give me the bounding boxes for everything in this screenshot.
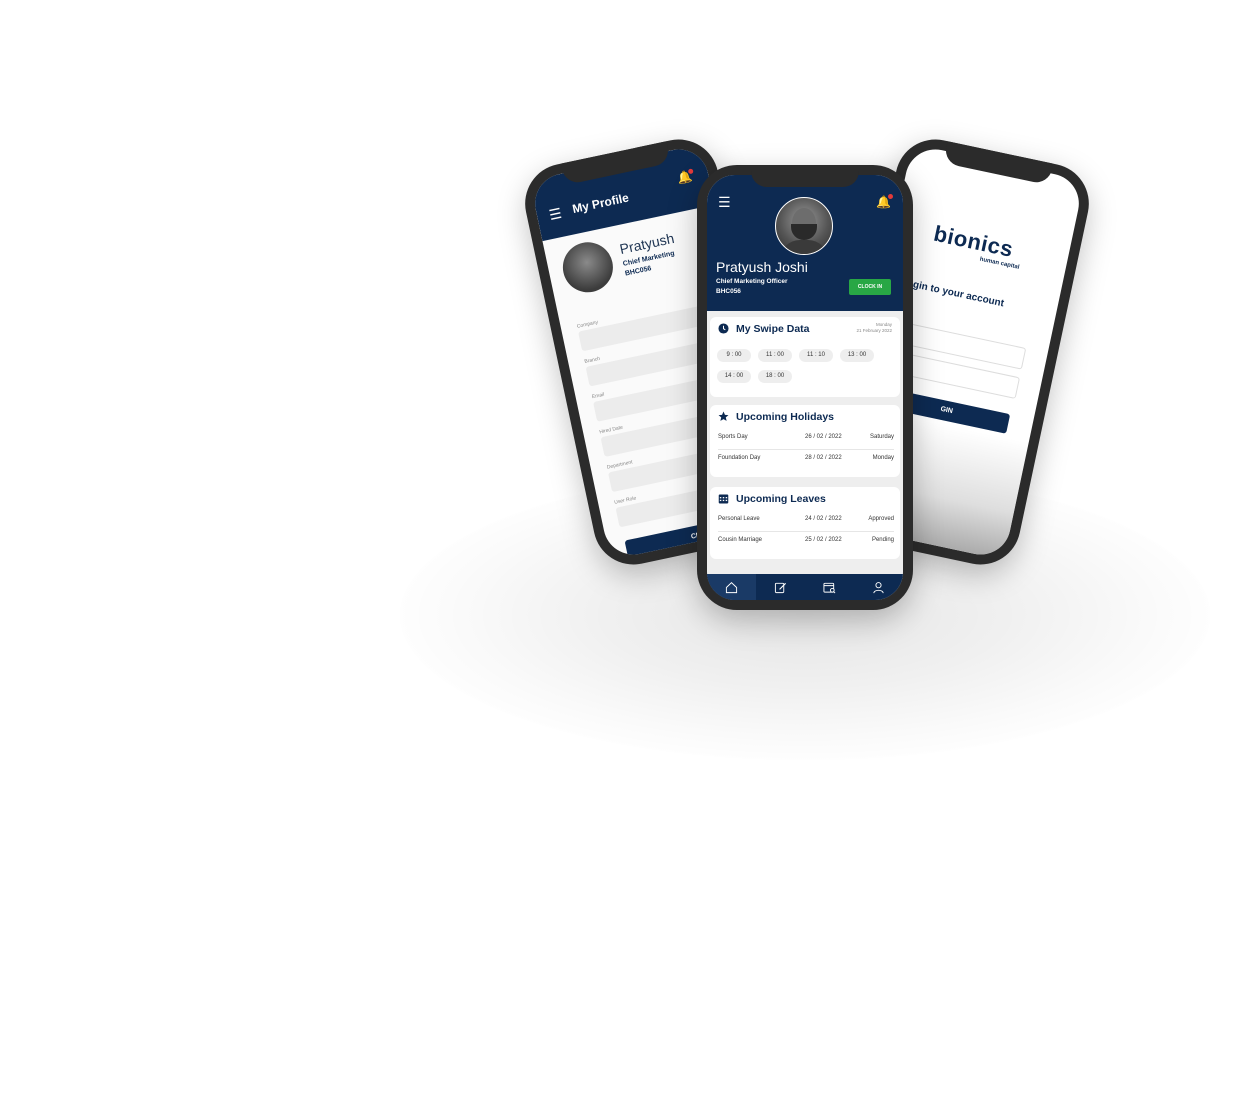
employee-role: Chief Marketing Officer	[716, 278, 788, 285]
edit-icon[interactable]	[756, 574, 805, 600]
leaves-card: Upcoming Leaves Personal Leave 24 / 02 /…	[710, 487, 900, 559]
leave-name: Cousin Marriage	[718, 537, 763, 543]
menu-icon[interactable]: ☰	[718, 195, 731, 209]
leave-date: 25 / 02 / 2022	[805, 537, 842, 543]
holiday-row[interactable]: Sports Day 26 / 02 / 2022 Saturday	[718, 429, 894, 447]
bell-icon[interactable]: 🔔	[876, 194, 893, 209]
swipe-date: 21 February 2022	[856, 328, 892, 333]
holiday-date: 26 / 02 / 2022	[805, 434, 842, 440]
dashboard-screen: ☰ 🔔 Pratyush Joshi Chief Marketing Offic…	[707, 175, 903, 600]
avatar[interactable]	[775, 197, 833, 255]
swipe-day: Monday	[875, 322, 892, 327]
holiday-date: 28 / 02 / 2022	[805, 455, 842, 461]
leave-row[interactable]: Personal Leave 24 / 02 / 2022 Approved	[718, 511, 894, 529]
profile-title: My Profile	[571, 190, 631, 217]
dashboard-header: ☰ 🔔 Pratyush Joshi Chief Marketing Offic…	[707, 175, 903, 311]
leaves-title: Upcoming Leaves	[736, 493, 826, 505]
bottom-nav	[707, 574, 903, 600]
swipe-time-chip: 11 : 10	[799, 349, 833, 362]
leave-name: Personal Leave	[718, 516, 760, 522]
notification-dot	[888, 194, 893, 199]
holidays-card: Upcoming Holidays Sports Day 26 / 02 / 2…	[710, 405, 900, 477]
calendar-icon	[718, 493, 729, 504]
bell-icon[interactable]: 🔔	[676, 168, 694, 186]
star-icon	[718, 411, 729, 422]
profile-employee-id: BHC056	[624, 265, 653, 278]
swipe-time-chip: 9 : 00	[717, 349, 751, 362]
dashboard-phone: ☰ 🔔 Pratyush Joshi Chief Marketing Offic…	[697, 165, 913, 610]
bionics-logo: bionics	[931, 220, 1016, 262]
swipe-data-card: My Swipe Data Monday 21 February 2022 9 …	[710, 317, 900, 397]
phone-notch	[751, 165, 859, 187]
holiday-name: Sports Day	[718, 434, 748, 440]
holiday-row[interactable]: Foundation Day 28 / 02 / 2022 Monday	[718, 450, 894, 468]
user-icon[interactable]	[854, 574, 903, 600]
avatar-beard	[791, 224, 817, 240]
leave-date: 24 / 02 / 2022	[805, 516, 842, 522]
swipe-data-title: My Swipe Data	[736, 323, 810, 335]
leave-status: Approved	[868, 516, 894, 522]
home-icon[interactable]	[707, 574, 756, 600]
calendar-search-icon[interactable]	[805, 574, 854, 600]
holidays-title: Upcoming Holidays	[736, 411, 835, 423]
holiday-day: Saturday	[869, 434, 894, 440]
avatar	[558, 237, 618, 297]
login-heading: gin to your account	[911, 279, 1005, 310]
holiday-name: Foundation Day	[718, 455, 761, 461]
avatar-body	[780, 240, 828, 254]
swipe-time-chip: 14 : 00	[717, 370, 751, 383]
leave-status: Pending	[871, 537, 894, 543]
employee-id: BHC056	[716, 288, 741, 295]
swipe-time-chip: 13 : 00	[840, 349, 874, 362]
leave-row[interactable]: Cousin Marriage 25 / 02 / 2022 Pending	[718, 532, 894, 550]
notification-dot	[687, 168, 694, 175]
swipe-time-chip: 18 : 00	[758, 370, 792, 383]
menu-icon[interactable]: ☰	[548, 205, 564, 224]
clock-in-button[interactable]: CLOCK IN	[849, 279, 891, 295]
swipe-time-chip: 11 : 00	[758, 349, 792, 362]
holiday-day: Monday	[872, 455, 894, 461]
clock-icon	[718, 323, 729, 334]
employee-name: Pratyush Joshi	[716, 259, 808, 275]
